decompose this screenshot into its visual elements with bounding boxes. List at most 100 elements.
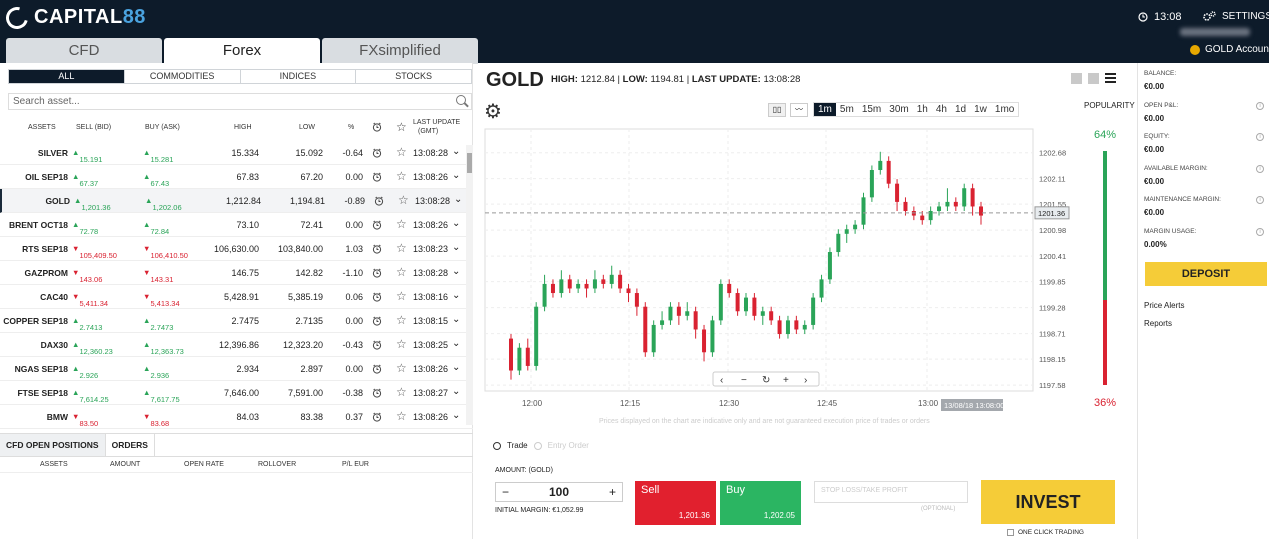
table-row[interactable]: RTS SEP18 ▼ 105,409.50 ▼ 106,410.50 106,630… [0, 237, 473, 261]
chevron-down-icon[interactable]: ⌄ [452, 218, 460, 229]
sell-price[interactable]: ▲ 12,360.23 [72, 340, 113, 356]
one-click-trading[interactable]: ONE CLICK TRADING [1007, 529, 1084, 536]
grid-view-icon[interactable] [1088, 73, 1099, 84]
buy-price[interactable]: ▲ 2.7473 [143, 316, 173, 332]
increase-button[interactable]: + [609, 485, 616, 499]
star-icon[interactable]: ☆ [396, 409, 407, 423]
chevron-down-icon[interactable]: ⌄ [454, 194, 462, 205]
category-stocks[interactable]: STOCKS [356, 70, 471, 83]
alarm-icon[interactable] [372, 364, 382, 376]
alarm-icon[interactable] [372, 172, 382, 184]
buy-price[interactable]: ▼ 5,413.34 [143, 292, 180, 308]
chevron-down-icon[interactable]: ⌄ [452, 362, 460, 373]
logo[interactable]: CAPITAL88 [1, 2, 146, 33]
sell-price[interactable]: ▼ 105,409.50 [72, 244, 117, 260]
table-row[interactable]: NGAS SEP18 ▲ 2.926 ▲ 2.936 2.934 2.897 0.00 ☆ 1… [0, 357, 473, 381]
table-row[interactable]: BMW ▼ 83.50 ▼ 83.68 84.03 83.38 0.37 ☆ 13:08:26… [0, 405, 473, 429]
decrease-button[interactable]: − [502, 485, 509, 499]
sell-button[interactable]: Sell 1,201.36 [635, 481, 716, 525]
buy-price[interactable]: ▼ 83.68 [143, 412, 169, 428]
sell-price[interactable]: ▼ 83.50 [72, 412, 98, 428]
buy-price[interactable]: ▲ 7,617.75 [143, 388, 180, 404]
star-icon[interactable]: ☆ [396, 241, 407, 255]
sell-price[interactable]: ▲ 7,614.25 [72, 388, 109, 404]
buy-price[interactable]: ▲ 12,363.73 [143, 340, 184, 356]
candlestick-icon[interactable]: ▯▯ [768, 103, 786, 117]
tab-forex[interactable]: Forex [164, 38, 320, 64]
buy-price[interactable]: ▲ 2.936 [143, 364, 169, 380]
star-icon[interactable]: ☆ [396, 313, 407, 327]
tab-fxsimplified[interactable]: FXsimplified [322, 38, 478, 64]
sell-price[interactable]: ▲ 72.78 [72, 220, 98, 236]
chevron-down-icon[interactable]: ⌄ [452, 146, 460, 157]
table-row[interactable]: CAC40 ▼ 5,411.34 ▼ 5,413.34 5,428.91 5,385.1… [0, 285, 473, 309]
info-icon[interactable]: i [1256, 164, 1264, 173]
info-icon[interactable]: i [1256, 196, 1264, 204]
alarm-icon[interactable] [372, 148, 382, 160]
alarm-icon[interactable] [372, 340, 382, 352]
sell-price[interactable]: ▲ 15.191 [72, 148, 102, 164]
reports-link[interactable]: Reports [1144, 319, 1172, 328]
info-icon[interactable]: i [1256, 133, 1264, 141]
chevron-down-icon[interactable]: ⌄ [452, 410, 460, 421]
chevron-down-icon[interactable]: ⌄ [452, 338, 460, 349]
alarm-icon[interactable] [372, 268, 382, 280]
alarm-icon[interactable] [374, 196, 384, 208]
timeframe-5m[interactable]: 5m [836, 103, 858, 116]
sell-price[interactable]: ▼ 5,411.34 [72, 292, 108, 308]
star-icon[interactable]: ☆ [396, 289, 407, 303]
account-selector[interactable]: GOLD Account [1190, 44, 1269, 55]
alarm-icon[interactable] [372, 220, 382, 232]
reset-icon[interactable]: ↻ [762, 375, 770, 386]
buy-price[interactable]: ▲ 72.84 [143, 220, 169, 236]
tab-orders[interactable]: ORDERS [105, 434, 155, 456]
timeframe-15m[interactable]: 15m [858, 103, 885, 116]
info-icon[interactable]: i [1256, 227, 1264, 236]
asset-scrollbar[interactable] [466, 145, 473, 425]
deposit-button[interactable]: DEPOSIT [1145, 262, 1267, 286]
category-commodities[interactable]: COMMODITIES [125, 70, 241, 83]
alarm-icon[interactable] [372, 388, 382, 400]
sell-price[interactable]: ▲ 67.37 [72, 172, 98, 188]
chevron-down-icon[interactable]: ⌄ [452, 242, 460, 253]
invest-button[interactable]: INVEST [981, 480, 1115, 524]
search-icon[interactable] [456, 95, 466, 105]
list-view-icon[interactable] [1105, 73, 1116, 83]
star-icon[interactable]: ☆ [396, 265, 407, 279]
table-row[interactable]: DAX30 ▲ 12,360.23 ▲ 12,363.73 12,396.86 12,3… [0, 333, 473, 357]
sell-price[interactable]: ▼ 143.06 [72, 268, 102, 284]
alarm-icon[interactable] [372, 316, 382, 328]
timeframe-4h[interactable]: 4h [932, 103, 951, 116]
star-icon[interactable]: ☆ [396, 361, 407, 375]
one-click-checkbox[interactable] [1007, 529, 1014, 536]
star-icon[interactable]: ☆ [398, 193, 409, 207]
chevron-down-icon[interactable]: ⌄ [452, 266, 460, 277]
chevron-down-icon[interactable]: ⌄ [452, 290, 460, 301]
star-icon[interactable]: ☆ [396, 217, 407, 231]
buy-price[interactable]: ▼ 143.31 [143, 268, 173, 284]
buy-button[interactable]: Buy 1,202.05 [720, 481, 801, 525]
amount-value[interactable]: 100 [549, 485, 569, 499]
timeframe-1w[interactable]: 1w [970, 103, 991, 116]
chevron-down-icon[interactable]: ⌄ [452, 314, 460, 325]
scroll-left-icon[interactable]: ‹ [720, 375, 723, 386]
zoom-out-icon[interactable]: − [741, 375, 747, 386]
sell-price[interactable]: ▲ 2.926 [72, 364, 98, 380]
buy-price[interactable]: ▲ 67.43 [143, 172, 169, 188]
sell-price[interactable]: ▲ 1,201.36 [74, 196, 111, 212]
timeframe-1d[interactable]: 1d [951, 103, 970, 116]
sell-price[interactable]: ▲ 2.7413 [72, 316, 102, 332]
line-chart-icon[interactable]: 〰 [790, 103, 808, 117]
table-row[interactable]: SILVER ▲ 15.191 ▲ 15.281 15.334 15.092 -0.64 ☆… [0, 141, 473, 165]
alarm-icon[interactable] [372, 292, 382, 304]
star-icon[interactable]: ☆ [396, 337, 407, 351]
settings-button[interactable]: SETTINGS [1203, 11, 1269, 22]
search-input[interactable]: Search asset... [8, 93, 472, 110]
info-icon[interactable]: i [1256, 101, 1264, 110]
tab-cfd-open-positions[interactable]: CFD OPEN POSITIONS [0, 434, 106, 456]
price-chart[interactable]: 1202.681202.111201.551200.981200.411199.… [481, 121, 1081, 417]
star-icon[interactable]: ☆ [396, 145, 407, 159]
buy-price[interactable]: ▲ 15.281 [143, 148, 173, 164]
table-row[interactable]: GOLD ▲ 1,201.36 ▲ 1,202.06 1,212.84 1,194.81… [0, 189, 473, 213]
table-row[interactable]: COPPER SEP18 ▲ 2.7413 ▲ 2.7473 2.7475 2.7135… [0, 309, 473, 333]
